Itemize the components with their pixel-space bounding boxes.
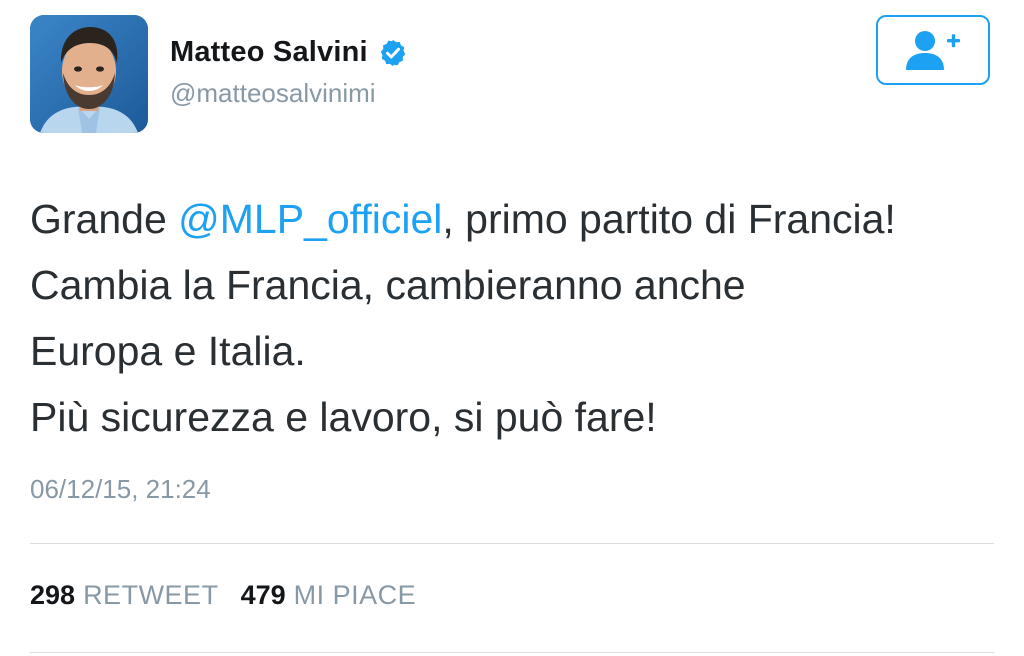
verified-badge-icon bbox=[378, 38, 408, 68]
timestamp: 06/12/15, 21:24 bbox=[30, 474, 211, 504]
mention-link[interactable]: @MLP_officiel bbox=[178, 196, 442, 242]
tweet-text-segment: Grande bbox=[30, 196, 179, 242]
divider bbox=[30, 543, 994, 544]
like-count: 479 bbox=[240, 580, 286, 610]
retweet-count: 298 bbox=[30, 580, 76, 610]
tweet-line-3: Europa e Italia. bbox=[30, 328, 306, 374]
like-stat[interactable]: 479 MI PIACE bbox=[241, 580, 417, 611]
follow-button[interactable] bbox=[876, 15, 990, 85]
avatar[interactable] bbox=[30, 15, 148, 133]
tweet-card: Matteo Salvini @matteosalvinimi Grande @… bbox=[0, 0, 1024, 656]
tweet-line-1: Grande @MLP_officiel, primo partito di F… bbox=[30, 186, 1005, 252]
avatar-portrait bbox=[30, 15, 148, 133]
tweet-text-segment: , primo partito di Francia! bbox=[442, 196, 896, 242]
like-label: MI PIACE bbox=[293, 580, 417, 610]
tweet-text: Grande @MLP_officiel, primo partito di F… bbox=[30, 186, 1005, 450]
divider bbox=[30, 652, 994, 653]
retweet-stat[interactable]: 298 RETWEET bbox=[30, 580, 219, 611]
user-name-row: Matteo Salvini bbox=[170, 36, 408, 69]
tweet-stats: 298 RETWEET 479 MI PIACE bbox=[30, 580, 416, 611]
user-handle[interactable]: @matteosalvinimi bbox=[170, 78, 376, 109]
tweet-line-2: Cambia la Francia, cambieranno anche bbox=[30, 262, 746, 308]
tweet-line-4: Più sicurezza e lavoro, si può fare! bbox=[30, 394, 657, 440]
retweet-label: RETWEET bbox=[83, 580, 219, 610]
display-name[interactable]: Matteo Salvini bbox=[170, 36, 368, 69]
add-user-icon bbox=[906, 31, 960, 70]
